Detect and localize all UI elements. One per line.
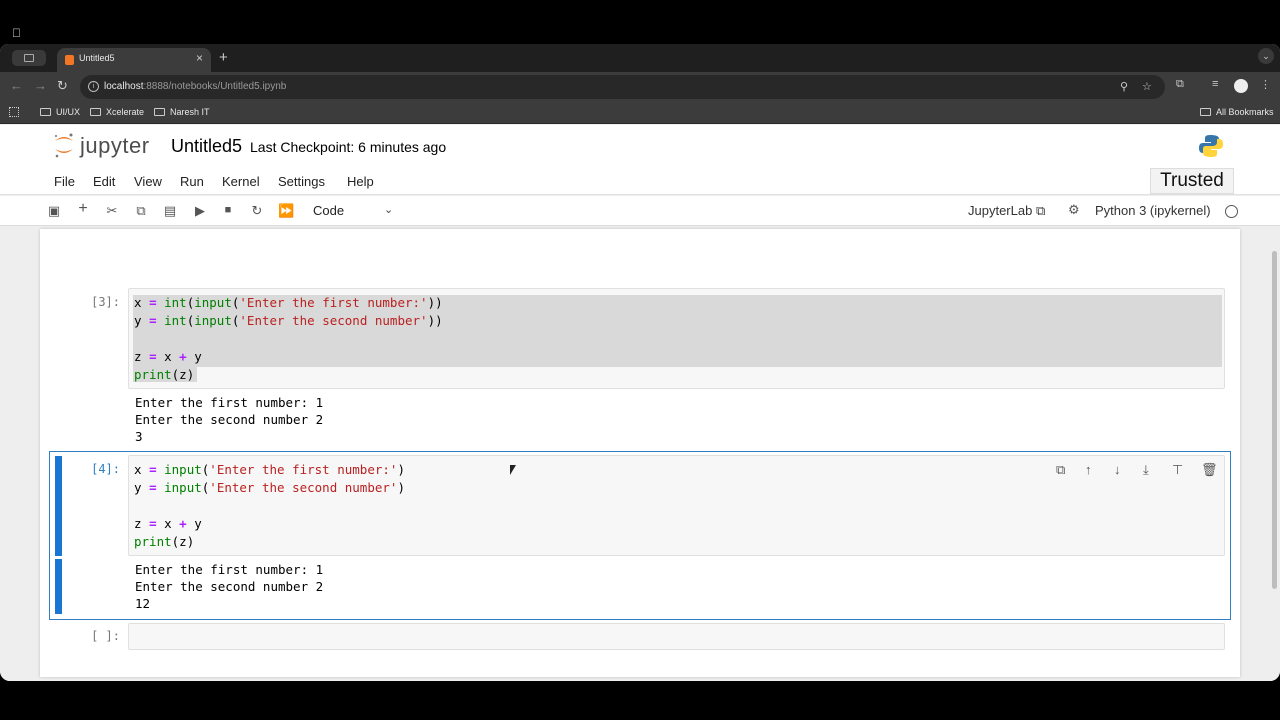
bookmark-folder-uiux[interactable]: UI/UX <box>40 107 80 117</box>
folder-icon <box>90 108 101 116</box>
code-line: y = input('Enter the second number') <box>134 480 405 495</box>
extensions-icon[interactable]: ⧉ <box>1176 78 1184 91</box>
restart-icon[interactable]: ↻ <box>249 203 265 219</box>
zoom-icon[interactable]: ⚲ <box>1120 80 1128 93</box>
jupyter-logo-icon[interactable] <box>52 131 76 159</box>
jupyter-logo-text: jupyter <box>80 133 150 158</box>
forward-icon[interactable]: → <box>34 78 47 93</box>
code-line: y = int(input('Enter the second number')… <box>134 313 443 328</box>
new-tab-icon[interactable]: + <box>219 49 228 66</box>
jupyter-header: jupyter Untitled5 Last Checkpoint: 6 min… <box>0 125 1280 168</box>
stop-icon[interactable]: ■ <box>220 204 236 216</box>
open-jupyterlab-link[interactable]: JupyterLab ⧉ <box>968 203 1045 219</box>
python-logo-icon <box>1199 135 1223 157</box>
menu-edit[interactable]: Edit <box>93 174 115 189</box>
browser-window: Untitled5 × + ⌄ ← → ↻ i localhost:8888/n… <box>0 44 1280 681</box>
tab-strip: Untitled5 × + ⌄ <box>0 44 1280 72</box>
trusted-indicator[interactable]: Trusted <box>1150 168 1234 194</box>
kernel-name[interactable]: Python 3 (ipykernel) <box>1095 203 1211 218</box>
duplicate-icon[interactable]: ⧉ <box>1056 462 1065 478</box>
mac-menubar:  <box>0 0 1280 44</box>
reload-icon[interactable]: ↻ <box>57 78 68 94</box>
folder-icon <box>154 108 165 116</box>
code-line: print(z) <box>134 534 195 549</box>
profile-avatar[interactable] <box>1234 79 1248 93</box>
cell-2-output-line: 12 <box>135 596 151 611</box>
notebook-scrollbar[interactable] <box>1270 229 1278 681</box>
last-checkpoint: Last Checkpoint: 6 minutes ago <box>250 139 447 155</box>
jupyter-favicon-icon <box>65 55 74 65</box>
cut-icon[interactable]: ✂ <box>104 203 120 219</box>
menu-kernel[interactable]: Kernel <box>222 174 260 189</box>
delete-icon[interactable]: 🗑 <box>1201 462 1218 478</box>
menu-file[interactable]: File <box>54 174 75 189</box>
cell-1-output-line: 3 <box>135 429 143 444</box>
save-icon[interactable]: ▣ <box>46 203 62 219</box>
move-up-icon[interactable]: ↑ <box>1085 462 1092 477</box>
cell-1-prompt: [3]: <box>91 295 120 309</box>
screen:  Untitled5 × + ⌄ ← → ↻ i localhost:8888… <box>0 0 1280 720</box>
all-bookmarks[interactable]: All Bookmarks <box>1200 107 1274 117</box>
add-cell-icon[interactable]: + <box>75 200 91 218</box>
kernel-status-icon <box>1225 205 1238 218</box>
insert-below-icon[interactable]: ⤓ <box>1143 462 1149 478</box>
code-line: z = x + y <box>134 349 202 364</box>
code-line: x = input('Enter the first number:') <box>134 462 405 477</box>
copy-icon[interactable]: ⧉ <box>133 203 149 219</box>
menu-settings[interactable]: Settings <box>278 174 325 189</box>
paste-icon[interactable]: ▤ <box>162 203 178 219</box>
move-down-icon[interactable]: ↓ <box>1114 462 1121 477</box>
cell-3-editor[interactable] <box>128 623 1225 650</box>
menu-view[interactable]: View <box>134 174 162 189</box>
code-line: print(z) <box>134 367 195 382</box>
site-info-icon[interactable]: i <box>88 81 99 92</box>
bookmark-folder-xcelerate[interactable]: Xcelerate <box>90 107 144 117</box>
tab-title: Untitled5 <box>79 53 115 63</box>
folder-icon <box>1200 108 1211 116</box>
cell-2-output-collapser[interactable] <box>55 559 62 614</box>
kernel-settings-icon[interactable]: ⚙ <box>1068 202 1080 218</box>
menu-run[interactable]: Run <box>180 174 204 189</box>
sidebar-icon <box>24 54 34 62</box>
back-icon[interactable]: ← <box>10 78 23 93</box>
run-icon[interactable]: ▶ <box>192 203 208 219</box>
close-tab-icon[interactable]: × <box>196 51 203 65</box>
apps-grid-icon[interactable] <box>9 107 19 117</box>
cell-2-output-line: Enter the second number 2 <box>135 579 324 594</box>
address-bar[interactable]: i localhost:8888/notebooks/Untitled5.ipy… <box>80 75 1165 99</box>
cell-type-select[interactable]: Code <box>313 203 344 218</box>
notebook-menubar: File Edit View Run Kernel Settings Help … <box>0 168 1280 195</box>
cell-1-output-line: Enter the second number 2 <box>135 412 324 427</box>
cell-1-output-line: Enter the first number: 1 <box>135 395 324 410</box>
notebook-toolbar: ▣ + ✂ ⧉ ▤ ▶ ■ ↻ ⏩ Code ⌄ JupyterLab ⧉ ⚙ … <box>0 196 1280 226</box>
cell-2-prompt: [4]: <box>91 462 120 476</box>
external-link-icon: ⧉ <box>1035 203 1046 218</box>
bookmarks-bar: UI/UX Xcelerate Naresh IT All Bookmarks <box>0 102 1280 124</box>
scrollbar-thumb[interactable] <box>1272 251 1277 589</box>
code-line: z = x + y <box>134 516 202 531</box>
cell-2-output-line: Enter the first number: 1 <box>135 562 324 577</box>
url-text: localhost:8888/notebooks/Untitled5.ipynb <box>104 81 287 92</box>
apple-icon[interactable]:  <box>12 26 23 40</box>
browser-toolbar: ← → ↻ i localhost:8888/notebooks/Untitle… <box>0 72 1280 102</box>
bookmark-folder-naresh-it[interactable]: Naresh IT <box>154 107 210 117</box>
folder-icon <box>40 108 51 116</box>
cell-3-prompt: [ ]: <box>91 629 120 643</box>
code-line: x = int(input('Enter the first number:')… <box>134 295 443 310</box>
notebook-name[interactable]: Untitled5 <box>171 136 242 157</box>
tab-search-icon[interactable]: ⌄ <box>1258 48 1274 64</box>
sidebar-toggle-button[interactable] <box>12 50 46 66</box>
browser-tab[interactable]: Untitled5 × <box>57 48 211 72</box>
mouse-cursor <box>510 465 516 475</box>
chevron-down-icon[interactable]: ⌄ <box>384 203 393 216</box>
chrome-menu-icon[interactable]: ⋮ <box>1260 78 1271 91</box>
menu-help[interactable]: Help <box>347 174 374 189</box>
run-all-icon[interactable]: ⏩ <box>278 203 294 219</box>
media-icon[interactable]: ≡ <box>1212 78 1218 90</box>
jupyter-page: jupyter Untitled5 Last Checkpoint: 6 min… <box>0 125 1280 681</box>
insert-above-icon[interactable]: ⊤ <box>1172 462 1183 478</box>
bookmark-star-icon[interactable]: ☆ <box>1142 80 1152 93</box>
